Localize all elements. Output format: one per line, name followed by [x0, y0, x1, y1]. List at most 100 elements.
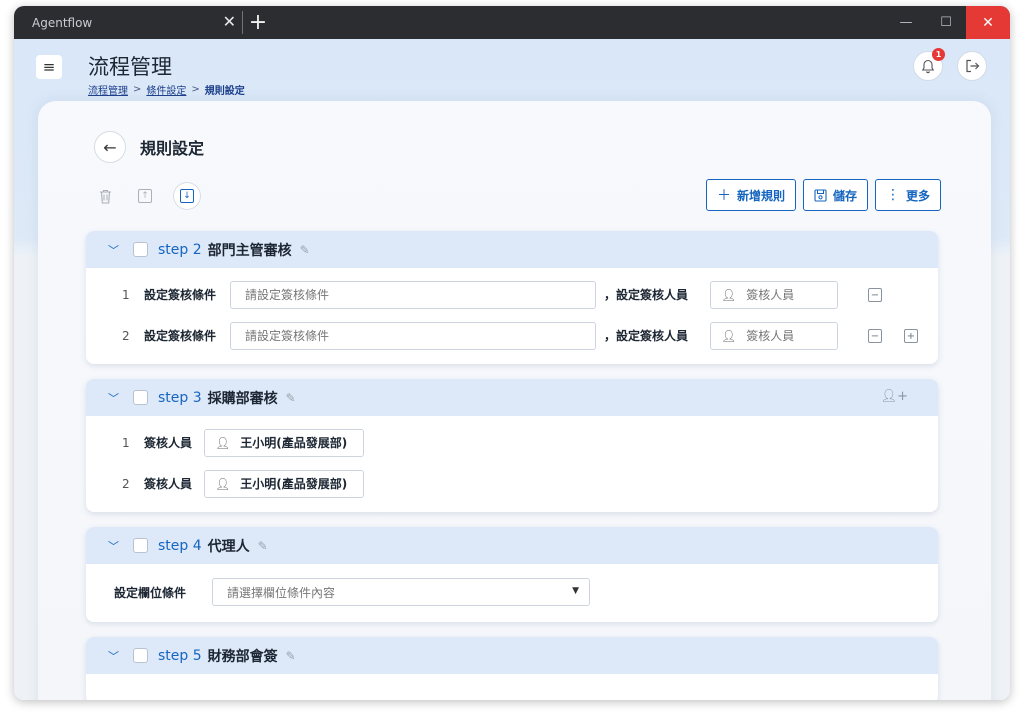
notification-button[interactable]: 1: [913, 48, 945, 81]
condition-row: 1 設定簽核條件 請設定簽核條件 ，設定簽核人員 👤︎ 簽核人員 −: [86, 274, 938, 315]
approver-input[interactable]: 👤︎ 簽核人員: [710, 321, 838, 350]
step-number: step 2: [158, 241, 202, 258]
add-rule-label: 新增規則: [736, 188, 785, 203]
approver-label: 簽核人員: [144, 436, 193, 450]
add-row-icon[interactable]: +: [904, 329, 918, 343]
breadcrumb-flow-management[interactable]: 流程管理: [88, 82, 128, 97]
save-label: 儲存: [832, 188, 857, 203]
approver-chip[interactable]: 👤︎ 王小明(產品發展部): [204, 469, 365, 498]
caret-down-icon: ▼: [572, 586, 579, 596]
row-number: 2: [122, 476, 130, 491]
logout-button[interactable]: [957, 51, 987, 81]
step-card-4: ﹀ step 4 代理人 ✎ 設定欄位條件 請選擇欄位條件內容 ▼: [86, 527, 938, 622]
step-number: step 3: [158, 389, 202, 406]
trash-icon[interactable]: [94, 185, 116, 207]
person-icon: 👤︎: [721, 287, 737, 302]
row-number: 1: [122, 287, 130, 302]
step-name: 採購部審核: [207, 390, 278, 407]
chevron-down-icon[interactable]: ﹀: [108, 242, 124, 258]
edit-icon[interactable]: ✎: [286, 391, 296, 405]
bell-icon: [921, 59, 935, 73]
section-header: ← 規則設定: [94, 131, 204, 163]
row-number: 1: [122, 435, 130, 450]
edit-icon[interactable]: ✎: [258, 539, 268, 553]
tab-close-icon[interactable]: ✕: [223, 13, 236, 31]
titlebar-spacer: [273, 6, 886, 39]
steps-list: ﹀ step 2 部門主管審核 ✎ 1 設定簽核條件 請設定簽核條件 ，設定簽核…: [86, 231, 938, 700]
minimize-button[interactable]: —: [886, 6, 926, 39]
plus-icon: ＋: [716, 188, 731, 204]
tab-title: Agentflow: [32, 15, 93, 30]
edit-icon[interactable]: ✎: [300, 243, 310, 257]
step-header: ﹀ step 3 採購部審核 ✎ 👤︎+: [86, 379, 938, 416]
titlebar: Agentflow ✕ + — ☐ ✕: [14, 6, 1010, 39]
chevron-down-icon[interactable]: ﹀: [108, 648, 124, 664]
more-vertical-icon: ⋮: [885, 187, 900, 203]
approver-chip[interactable]: 👤︎ 王小明(產品發展部): [204, 428, 365, 457]
select-placeholder: 請選擇欄位條件內容: [227, 585, 336, 600]
hamburger-menu-icon[interactable]: ≡: [36, 55, 62, 79]
back-arrow-icon[interactable]: ←: [94, 131, 126, 163]
field-condition-select[interactable]: 請選擇欄位條件內容 ▼: [212, 578, 590, 606]
field-condition-row: 設定欄位條件 請選擇欄位條件內容 ▼: [86, 570, 938, 614]
step-header: ﹀ step 4 代理人 ✎: [86, 527, 938, 564]
approver-placeholder: 簽核人員: [746, 329, 795, 343]
add-rule-button[interactable]: ＋ 新增規則: [705, 179, 796, 211]
condition-label: 設定簽核條件: [144, 288, 217, 302]
close-window-button[interactable]: ✕: [966, 6, 1010, 39]
more-label: 更多: [905, 188, 930, 203]
step-card-2: ﹀ step 2 部門主管審核 ✎ 1 設定簽核條件 請設定簽核條件 ，設定簽核…: [86, 231, 938, 364]
step-number: step 4: [158, 537, 202, 554]
person-icon: 👤︎: [215, 476, 231, 491]
save-button[interactable]: 儲存: [802, 179, 868, 211]
save-icon: [814, 188, 827, 202]
breadcrumb: 流程管理 > 條件設定 > 規則設定: [88, 82, 245, 97]
approver-row: 2 簽核人員 👤︎ 王小明(產品發展部): [86, 463, 938, 504]
app-area: ≡ 流程管理 流程管理 > 條件設定 > 規則設定 1 ← 規則設定 ↑ ↓ ＋…: [14, 39, 1010, 700]
browser-tab[interactable]: Agentflow ✕: [14, 6, 242, 39]
step-checkbox[interactable]: [133, 538, 148, 553]
remove-row-icon[interactable]: −: [868, 329, 882, 343]
notification-badge: 1: [932, 48, 945, 61]
step-checkbox[interactable]: [133, 242, 148, 257]
field-condition-label: 設定欄位條件: [114, 585, 187, 600]
breadcrumb-current: 規則設定: [204, 86, 245, 97]
step-checkbox[interactable]: [133, 390, 148, 405]
maximize-button[interactable]: ☐: [926, 6, 966, 39]
approver-input[interactable]: 👤︎ 簽核人員: [710, 280, 838, 309]
step-card-5: ﹀ step 5 財務部會簽 ✎: [86, 637, 938, 700]
breadcrumb-separator: >: [133, 84, 142, 95]
chevron-down-icon[interactable]: ﹀: [108, 538, 124, 554]
condition-input[interactable]: 請設定簽核條件: [230, 321, 596, 350]
step-name: 部門主管審核: [207, 242, 292, 259]
approver-setting-label: ，設定簽核人員: [604, 329, 689, 343]
add-user-icon[interactable]: 👤︎+: [881, 389, 908, 404]
condition-input[interactable]: 請設定簽核條件: [230, 280, 596, 309]
new-tab-button[interactable]: +: [243, 6, 273, 39]
step-body: 1 設定簽核條件 請設定簽核條件 ，設定簽核人員 👤︎ 簽核人員 − 2 設定簽…: [86, 268, 938, 364]
row-tools: ↑ ↓: [94, 183, 200, 209]
person-icon: 👤︎: [215, 435, 231, 450]
step-header: ﹀ step 5 財務部會簽 ✎: [86, 637, 938, 674]
approver-label: 簽核人員: [144, 477, 193, 491]
approver-setting-label: ，設定簽核人員: [604, 288, 689, 302]
move-up-icon[interactable]: ↑: [134, 185, 156, 207]
chevron-down-icon[interactable]: ﹀: [108, 390, 124, 406]
move-down-icon[interactable]: ↓: [174, 183, 200, 209]
step-name: 代理人: [207, 538, 250, 555]
main-content-card: ← 規則設定 ↑ ↓ ＋ 新增規則 儲存 ⋮ 更多 ﹀ step 2 部門主管審…: [38, 101, 991, 700]
more-button[interactable]: ⋮ 更多: [874, 179, 941, 211]
breadcrumb-condition-settings[interactable]: 條件設定: [146, 82, 186, 97]
step-body: 1 簽核人員 👤︎ 王小明(產品發展部) 2 簽核人員 👤︎ 王小明(產品發展部…: [86, 416, 938, 512]
step-checkbox[interactable]: [133, 648, 148, 663]
condition-label: 設定簽核條件: [144, 329, 217, 343]
person-icon: 👤︎: [721, 328, 737, 343]
section-title: 規則設定: [140, 139, 205, 158]
action-buttons: ＋ 新增規則 儲存 ⋮ 更多: [705, 179, 941, 211]
breadcrumb-separator: >: [191, 84, 200, 95]
remove-row-icon[interactable]: −: [868, 288, 882, 302]
approver-name: 王小明(產品發展部): [240, 436, 348, 450]
approver-placeholder: 簽核人員: [746, 288, 795, 302]
edit-icon[interactable]: ✎: [286, 649, 296, 663]
page-title: 流程管理: [88, 55, 172, 79]
